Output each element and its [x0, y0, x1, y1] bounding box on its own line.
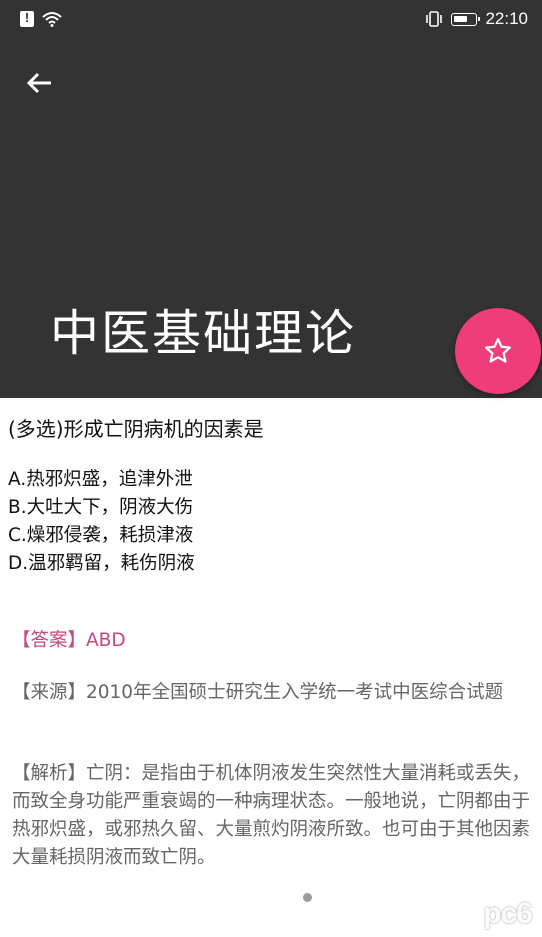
option-d: D.温邪羁留，耗伤阴液: [8, 553, 195, 574]
back-button[interactable]: [16, 60, 62, 106]
star-outline-icon: [485, 338, 511, 363]
option-a: A.热邪炽盛，追津外泄: [8, 469, 193, 490]
status-left-icons: [20, 10, 62, 27]
favorite-button[interactable]: [455, 308, 541, 394]
status-time: 22:10: [485, 9, 528, 28]
arrow-left-icon: [26, 72, 51, 94]
watermark-logo: pc6: [483, 897, 533, 930]
option-c: C.燥邪侵袭，耗损津液: [8, 525, 194, 546]
status-bar: 22:10: [0, 0, 542, 42]
battery-icon: [451, 12, 481, 26]
option-list: A.热邪炽盛，追津外泄 B.大吐大下，阴液大伤 C.燥邪侵袭，耗损津液 D.温邪…: [8, 466, 195, 578]
status-right-icons: 22:10: [425, 9, 528, 29]
wifi-icon: [42, 12, 62, 27]
source-text: 【来源】2010年全国硕士研究生入学统一考试中医综合试题: [12, 682, 504, 703]
alert-icon: [20, 10, 34, 27]
vibrate-icon: [426, 11, 443, 27]
question-text: (多选)形成亡阴病机的因素是: [8, 417, 264, 441]
answer-text: 【答案】ABD: [12, 630, 126, 651]
option-b: B.大吐大下，阴液大伤: [8, 497, 194, 518]
page-indicator-dot[interactable]: [303, 893, 312, 902]
analysis-text: 【解析】亡阴：是指由于机体阴液发生突然性大量消耗或丢失，而致全身功能严重衰竭的一…: [12, 763, 531, 868]
page-title: 中医基础理论: [50, 305, 357, 362]
